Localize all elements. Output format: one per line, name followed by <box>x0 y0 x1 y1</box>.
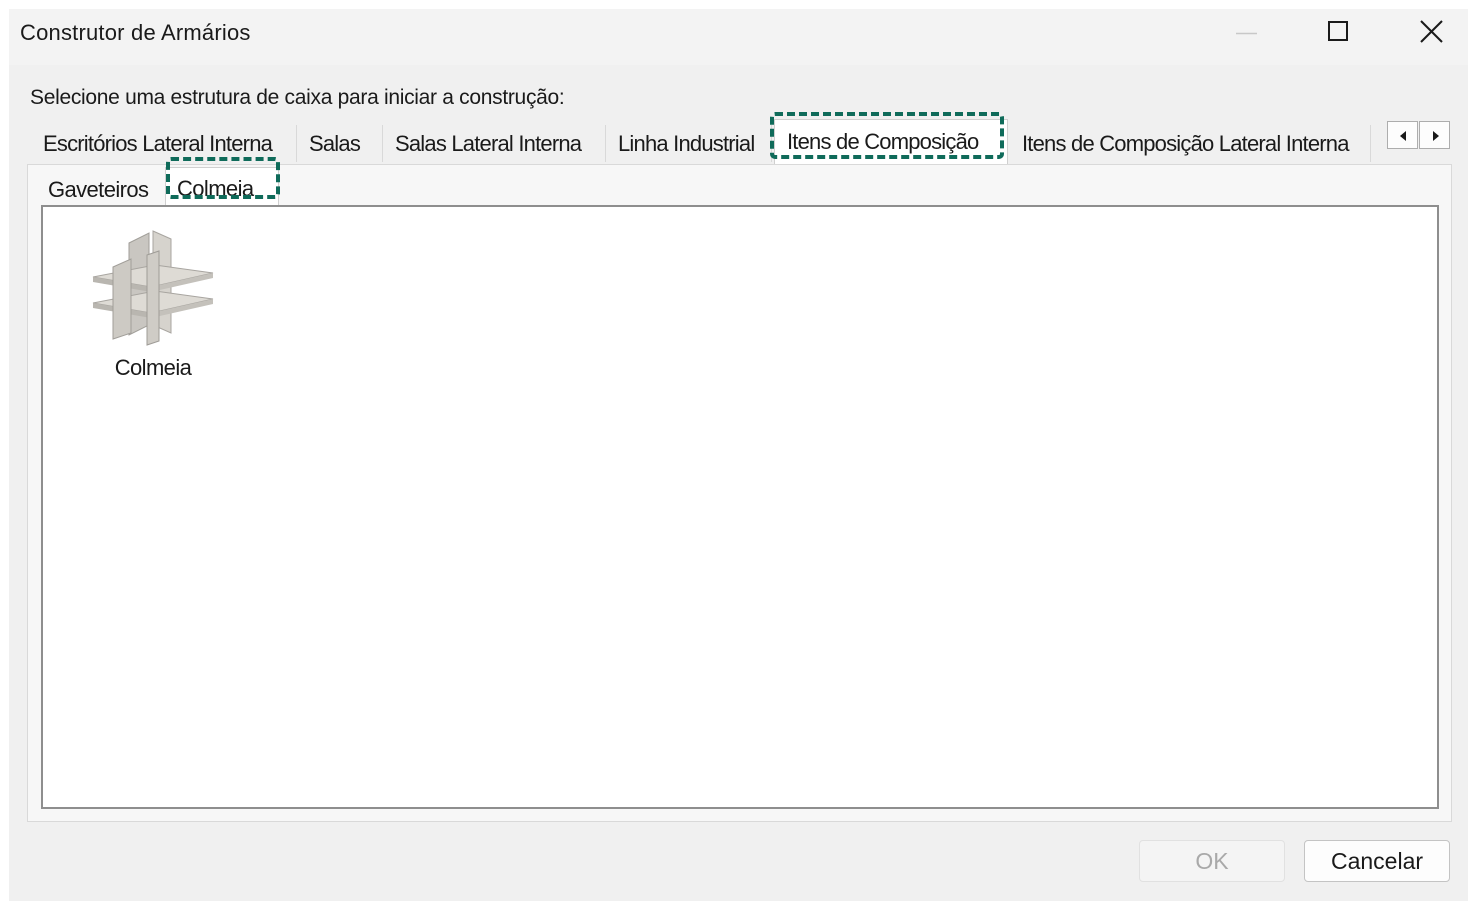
scroll-right-button[interactable] <box>1419 121 1450 149</box>
maximize-button[interactable] <box>1292 9 1384 57</box>
close-icon <box>1420 20 1443 43</box>
category-tabs: Escritórios Lateral Interna Salas Salas … <box>31 119 1371 165</box>
tab-colmeia[interactable]: Colmeia <box>165 167 279 209</box>
tab-salas-lateral-interna[interactable]: Salas Lateral Interna <box>383 125 606 162</box>
scroll-right-icon <box>1433 131 1439 141</box>
scroll-left-icon <box>1400 131 1406 141</box>
instruction-text: Selecione uma estrutura de caixa para in… <box>30 86 565 109</box>
tab-escritorios-lateral-interna[interactable]: Escritórios Lateral Interna <box>31 125 297 162</box>
tab-salas[interactable]: Salas <box>297 125 383 162</box>
cancel-button[interactable]: Cancelar <box>1304 840 1450 882</box>
structure-item-colmeia[interactable]: Colmeia <box>87 221 219 381</box>
tab-gaveteiros[interactable]: Gaveteiros <box>37 173 165 207</box>
minimize-icon <box>1236 32 1257 35</box>
tab-scroll-buttons <box>1387 121 1451 151</box>
dialog-window: Construtor de Armários Selecione uma est… <box>9 9 1468 901</box>
tab-itens-de-composicao[interactable]: Itens de Composição <box>774 119 1008 164</box>
window-title: Construtor de Armários <box>20 20 251 45</box>
minimize-button[interactable] <box>1200 9 1292 57</box>
close-button[interactable] <box>1384 9 1468 57</box>
ok-button[interactable]: OK <box>1139 840 1285 882</box>
tab-linha-industrial[interactable]: Linha Industrial <box>606 125 772 162</box>
structure-list: Colmeia <box>41 205 1439 809</box>
tab-itens-de-composicao-lateral-interna[interactable]: Itens de Composição Lateral Interna <box>1010 125 1371 162</box>
structure-item-label: Colmeia <box>114 355 192 380</box>
title-bar: Construtor de Armários <box>9 9 1468 65</box>
honeycomb-shelf-icon <box>92 230 214 346</box>
scroll-left-button[interactable] <box>1387 121 1418 149</box>
maximize-icon <box>1328 21 1348 41</box>
subcategory-tabs: Gaveteiros Colmeia <box>37 167 337 209</box>
